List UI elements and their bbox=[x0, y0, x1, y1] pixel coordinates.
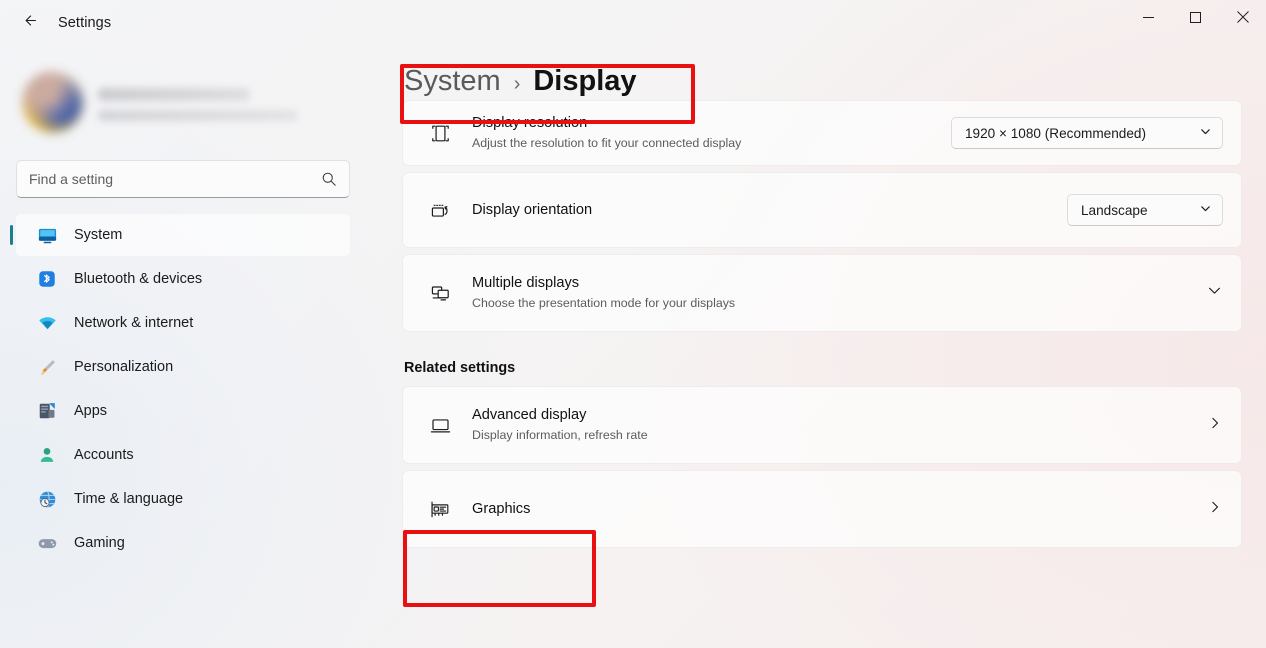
setting-subtitle: Adjust the resolution to fit your connec… bbox=[472, 136, 742, 151]
sidebar-nav: System Bluetooth & devices Network & int… bbox=[0, 214, 366, 564]
sidebar-item-accounts[interactable]: Accounts bbox=[16, 434, 350, 476]
sidebar-item-time-language[interactable]: Time & language bbox=[16, 478, 350, 520]
chevron-right-icon[interactable] bbox=[1207, 415, 1223, 436]
search-input[interactable] bbox=[29, 171, 321, 187]
setting-row-multiple-displays[interactable]: Multiple displays Choose the presentatio… bbox=[402, 254, 1242, 332]
sidebar-item-label: Gaming bbox=[74, 535, 125, 551]
dropdown-value: Landscape bbox=[1081, 202, 1148, 218]
sidebar-item-label: Bluetooth & devices bbox=[74, 271, 203, 287]
chevron-right-icon[interactable] bbox=[1207, 499, 1223, 520]
sidebar-item-personalization[interactable]: Personalization bbox=[16, 346, 350, 388]
sidebar-item-label: Time & language bbox=[74, 491, 184, 507]
setting-text: Advanced display Display information, re… bbox=[457, 406, 1207, 443]
search-container bbox=[16, 160, 350, 198]
setting-row-graphics[interactable]: Graphics bbox=[402, 470, 1242, 548]
settings-list: Display resolution Adjust the resolution… bbox=[402, 100, 1242, 548]
setting-title: Display resolution bbox=[472, 115, 588, 132]
maximize-button[interactable] bbox=[1172, 0, 1219, 38]
chevron-right-icon: › bbox=[513, 73, 521, 95]
close-icon bbox=[1236, 10, 1249, 28]
setting-control: 1920 × 1080 (Recommended) bbox=[951, 117, 1223, 149]
setting-text: Display resolution Adjust the resolution… bbox=[457, 114, 951, 151]
related-settings-heading: Related settings bbox=[404, 360, 516, 376]
dropdown-value: 1920 × 1080 (Recommended) bbox=[965, 125, 1146, 141]
content-pane: System › Display Display resolution Adju… bbox=[366, 46, 1266, 648]
setting-control bbox=[1207, 499, 1223, 520]
arrow-left-icon bbox=[21, 12, 38, 34]
page-title: Display bbox=[533, 65, 637, 97]
account-text bbox=[98, 84, 298, 121]
setting-title: Multiple displays bbox=[472, 275, 580, 292]
setting-subtitle: Choose the presentation mode for your di… bbox=[472, 296, 736, 311]
sidebar-item-label: Apps bbox=[74, 403, 108, 419]
wifi-icon bbox=[36, 312, 58, 334]
setting-title: Graphics bbox=[472, 500, 531, 517]
maximize-icon bbox=[1190, 10, 1201, 28]
setting-control bbox=[1207, 415, 1223, 436]
breadcrumb-parent[interactable]: System bbox=[404, 65, 501, 98]
setting-control: Landscape bbox=[1067, 194, 1223, 226]
close-button[interactable] bbox=[1219, 0, 1266, 38]
sidebar-item-label: Accounts bbox=[74, 447, 134, 463]
settings-window: Settings Find a setting System Bluetooth… bbox=[0, 0, 1266, 648]
account-profile[interactable] bbox=[0, 46, 366, 154]
minimize-icon bbox=[1143, 10, 1154, 28]
orientation-icon bbox=[423, 198, 457, 223]
sidebar-item-label: Network & internet bbox=[74, 315, 194, 331]
graphics-card-icon bbox=[423, 497, 457, 522]
display-orientation-dropdown[interactable]: Landscape bbox=[1067, 194, 1223, 226]
title-bar: Settings bbox=[0, 0, 1266, 46]
setting-text: Display orientation bbox=[457, 201, 1067, 220]
chevron-down-icon bbox=[1199, 202, 1212, 218]
window-controls bbox=[1125, 0, 1266, 38]
account-name bbox=[98, 87, 250, 101]
sidebar-item-label: System bbox=[74, 227, 123, 243]
setting-title: Display orientation bbox=[472, 201, 593, 218]
chevron-down-icon bbox=[1199, 125, 1212, 141]
setting-control bbox=[1206, 282, 1223, 304]
search-icon[interactable] bbox=[321, 171, 337, 187]
setting-text: Graphics bbox=[457, 500, 1207, 519]
person-icon bbox=[36, 444, 58, 466]
sidebar-item-label: Personalization bbox=[74, 359, 174, 375]
sidebar-item-network-internet[interactable]: Network & internet bbox=[16, 302, 350, 344]
window-title: Settings bbox=[58, 15, 112, 31]
advanced-display-icon bbox=[423, 413, 457, 438]
resolution-icon bbox=[423, 121, 457, 146]
sidebar: System Bluetooth & devices bbox=[0, 46, 366, 648]
sidebar-item-apps[interactable]: Apps bbox=[16, 390, 350, 432]
clock-globe-icon bbox=[36, 488, 58, 510]
sidebar-item-bluetooth-devices[interactable]: Bluetooth & devices bbox=[16, 258, 350, 300]
account-email bbox=[98, 109, 298, 121]
minimize-button[interactable] bbox=[1125, 0, 1172, 38]
setting-subtitle: Display information, refresh rate bbox=[472, 428, 648, 443]
monitor-icon bbox=[36, 224, 58, 246]
setting-text: Multiple displays Choose the presentatio… bbox=[457, 274, 1206, 311]
brush-icon bbox=[36, 356, 58, 378]
apps-icon bbox=[36, 400, 58, 422]
setting-row-advanced-display[interactable]: Advanced display Display information, re… bbox=[402, 386, 1242, 464]
back-button[interactable] bbox=[12, 8, 46, 38]
search-box[interactable] bbox=[16, 160, 350, 198]
setting-title: Advanced display bbox=[472, 407, 587, 424]
setting-row-display-orientation[interactable]: Display orientation Landscape bbox=[402, 172, 1242, 248]
gamepad-icon bbox=[36, 532, 58, 554]
breadcrumb: System › Display bbox=[404, 65, 637, 98]
sidebar-item-gaming[interactable]: Gaming bbox=[16, 522, 350, 564]
multiple-displays-icon bbox=[423, 281, 457, 306]
chevron-down-icon[interactable] bbox=[1206, 282, 1223, 304]
sidebar-item-system[interactable]: System bbox=[10, 214, 350, 256]
bluetooth-icon bbox=[36, 268, 58, 290]
avatar bbox=[22, 71, 84, 133]
setting-row-display-resolution[interactable]: Display resolution Adjust the resolution… bbox=[402, 100, 1242, 166]
display-resolution-dropdown[interactable]: 1920 × 1080 (Recommended) bbox=[951, 117, 1223, 149]
